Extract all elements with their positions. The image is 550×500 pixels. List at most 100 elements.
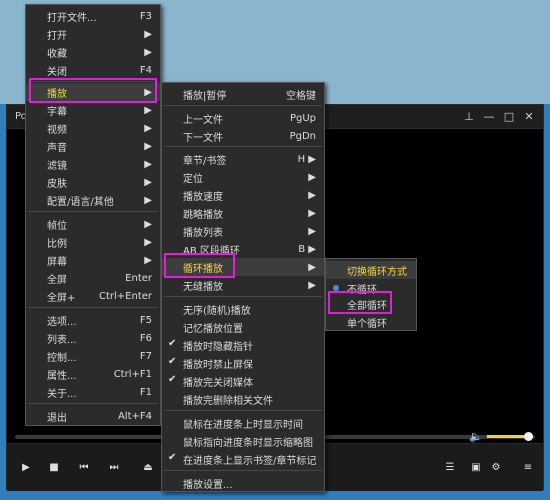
menu-item-show-bookmarks-on-seekbar[interactable]: ✔ 在进度条上显示书签/章节标记 — [162, 450, 324, 468]
previous-icon[interactable]: ⏮ — [71, 454, 97, 480]
menu-item-label: 单个循环 — [347, 318, 387, 330]
playlist-icon[interactable]: ☰ — [437, 454, 463, 480]
menu-item-delete-after[interactable]: 播放完删除相关文件 — [162, 390, 324, 408]
menu-item-label: 帧位 — [47, 220, 67, 232]
menu-item-frame[interactable]: 帧位 ▶ — [26, 215, 160, 233]
menu-item-label: 章节/书签 — [183, 155, 227, 167]
menu-item-loop-single[interactable]: 单个循环 — [326, 313, 416, 331]
menu-item-open-file[interactable]: 打开文件... F3 — [26, 7, 160, 25]
pin-icon[interactable]: ⊥ — [461, 108, 477, 124]
menu-item-playlist[interactable]: 列表... F6 — [26, 329, 160, 347]
menu-item-fullscreen-plus[interactable]: 全屏+ Ctrl+Enter — [26, 287, 160, 305]
menu-item-config-language-other[interactable]: 配置/语言/其他 ▶ — [26, 191, 160, 209]
menu-item-close[interactable]: 关闭 F4 — [26, 61, 160, 79]
menu-item-shortcut: ▶ — [144, 236, 152, 248]
menu-item-play-settings[interactable]: 播放设置... — [162, 474, 324, 492]
menu-item-loop-all[interactable]: 全部循环 — [326, 295, 416, 313]
menu-item-play-pause[interactable]: 播放|暂停 空格键 — [162, 85, 324, 103]
menu-separator — [164, 146, 322, 147]
menu-separator — [28, 211, 158, 212]
menu-item-label: 关闭 — [47, 66, 67, 78]
menu-item-shortcut: ▶ — [144, 122, 152, 134]
menu-item-label: 视频 — [47, 124, 67, 136]
checkmark-icon: ✔ — [168, 356, 177, 367]
menu-item-chapter-bookmark[interactable]: 章节/书签 H ▶ — [162, 150, 324, 168]
menu-item-label: 列表... — [47, 334, 77, 346]
menu-item-play-speed[interactable]: 播放速度 ▶ — [162, 186, 324, 204]
minimize-icon[interactable]: — — [481, 108, 497, 124]
maximize-icon[interactable]: □ — [501, 108, 517, 124]
menu-item-label: 播放时禁止屏保 — [183, 359, 253, 371]
menu-item-label: 播放设置... — [183, 479, 233, 491]
menu-item-seek[interactable]: 定位 ▶ — [162, 168, 324, 186]
menu-item-shortcut: F6 — [139, 332, 152, 344]
menu-item-remember-position[interactable]: 记忆播放位置 — [162, 318, 324, 336]
menu-item-loop-play[interactable]: 循环播放 ▶ — [162, 258, 324, 276]
menu-item-exit[interactable]: 退出 Alt+F4 — [26, 407, 160, 425]
menu-item-filters[interactable]: 滤镜 ▶ — [26, 155, 160, 173]
menu-item-play[interactable]: 播放 ▶ — [26, 83, 160, 101]
menu-item-skin[interactable]: 皮肤 ▶ — [26, 173, 160, 191]
menu-item-shortcut: PgUp — [289, 112, 316, 124]
menu-item-favorites[interactable]: 收藏 ▶ — [26, 43, 160, 61]
play-icon[interactable]: ▶ — [13, 454, 39, 480]
menu-item-previous-file[interactable]: 上一文件 PgUp — [162, 109, 324, 127]
checkmark-icon: ✔ — [168, 374, 177, 385]
menu-item-shortcut: ▶ — [144, 176, 152, 188]
menu-item-open[interactable]: 打开 ▶ — [26, 25, 160, 43]
menu-item-show-time-on-seekbar[interactable]: 鼠标在进度条上时显示时间 — [162, 414, 324, 432]
menu-item-shortcut: ▶ — [308, 171, 316, 183]
stop-icon[interactable]: ■ — [41, 454, 67, 480]
menu-item-properties[interactable]: 属性... Ctrl+F1 — [26, 365, 160, 383]
menu-item-shortcut: F7 — [139, 350, 152, 362]
menu-item-label: 鼠标在进度条上时显示时间 — [183, 419, 303, 431]
menu-item-shortcut: F1 — [139, 386, 152, 398]
menu-item-shortcut: F4 — [139, 64, 152, 76]
menu-item-label: 选项... — [47, 316, 77, 328]
radio-selected-icon — [333, 285, 339, 291]
menu-item-screen[interactable]: 屏幕 ▶ — [26, 251, 160, 269]
menu-item-hide-pointer[interactable]: ✔ 播放时隐藏指针 — [162, 336, 324, 354]
menu-item-shortcut: ▶ — [144, 28, 152, 40]
menu-item-disable-screensaver[interactable]: ✔ 播放时禁止屏保 — [162, 354, 324, 372]
menu-item-label: 比例 — [47, 238, 67, 250]
eject-icon[interactable]: ⏏ — [135, 454, 161, 480]
menu-item-control[interactable]: 控制... F7 — [26, 347, 160, 365]
close-icon[interactable]: ✕ — [521, 108, 537, 124]
menu-item-label: 鼠标指向进度条时显示缩略图 — [183, 437, 313, 449]
menu-item-ratio[interactable]: 比例 ▶ — [26, 233, 160, 251]
menu-item-shortcut: Ctrl+Enter — [98, 290, 152, 302]
next-icon[interactable]: ⏭ — [101, 454, 127, 480]
volume-slider[interactable] — [487, 432, 534, 441]
menu-item-about[interactable]: 关于... F1 — [26, 383, 160, 401]
menu-item-show-thumbnail-on-seekbar[interactable]: 鼠标指向进度条时显示缩略图 — [162, 432, 324, 450]
menu-item-shortcut: Ctrl+F1 — [113, 368, 152, 380]
menu-item-shuffle-play[interactable]: 无序(随机)播放 — [162, 300, 324, 318]
hamburger-icon[interactable]: ≡ — [515, 454, 541, 480]
menu-item-label: 播放时隐藏指针 — [183, 341, 253, 353]
menu-item-subtitles[interactable]: 字幕 ▶ — [26, 101, 160, 119]
window-controls: ⊥ — □ ✕ — [461, 108, 537, 124]
menu-item-skip-play[interactable]: 跳略播放 ▶ — [162, 204, 324, 222]
menu-item-label: 播放完删除相关文件 — [183, 395, 273, 407]
menu-item-close-media-after[interactable]: ✔ 播放完关闭媒体 — [162, 372, 324, 390]
menu-separator — [164, 410, 322, 411]
menu-item-label: 收藏 — [47, 48, 67, 60]
menu-item-audio[interactable]: 声音 ▶ — [26, 137, 160, 155]
menu-item-ab-loop[interactable]: AB 区段循环 B ▶ — [162, 240, 324, 258]
loop-menu-header: 切换循环方式 — [326, 261, 416, 279]
menu-item-fullscreen[interactable]: 全屏 Enter — [26, 269, 160, 287]
menu-item-video[interactable]: 视频 ▶ — [26, 119, 160, 137]
volume-knob[interactable] — [524, 432, 534, 441]
menu-item-options[interactable]: 选项... F5 — [26, 311, 160, 329]
volume-icon[interactable]: 🔈 — [469, 430, 483, 443]
menu-item-next-file[interactable]: 下一文件 PgDn — [162, 127, 324, 145]
checkmark-icon: ✔ — [168, 338, 177, 349]
gear-icon[interactable]: ⚙ — [483, 454, 509, 480]
menu-item-shortcut: ▶ — [144, 46, 152, 58]
menu-item-play-list[interactable]: 播放列表 ▶ — [162, 222, 324, 240]
menu-item-label: 打开文件... — [47, 12, 97, 24]
menu-item-label: 定位 — [183, 173, 203, 185]
menu-item-seamless-play[interactable]: 无缝播放 ▶ — [162, 276, 324, 294]
menu-item-shortcut: ▶ — [308, 207, 316, 219]
